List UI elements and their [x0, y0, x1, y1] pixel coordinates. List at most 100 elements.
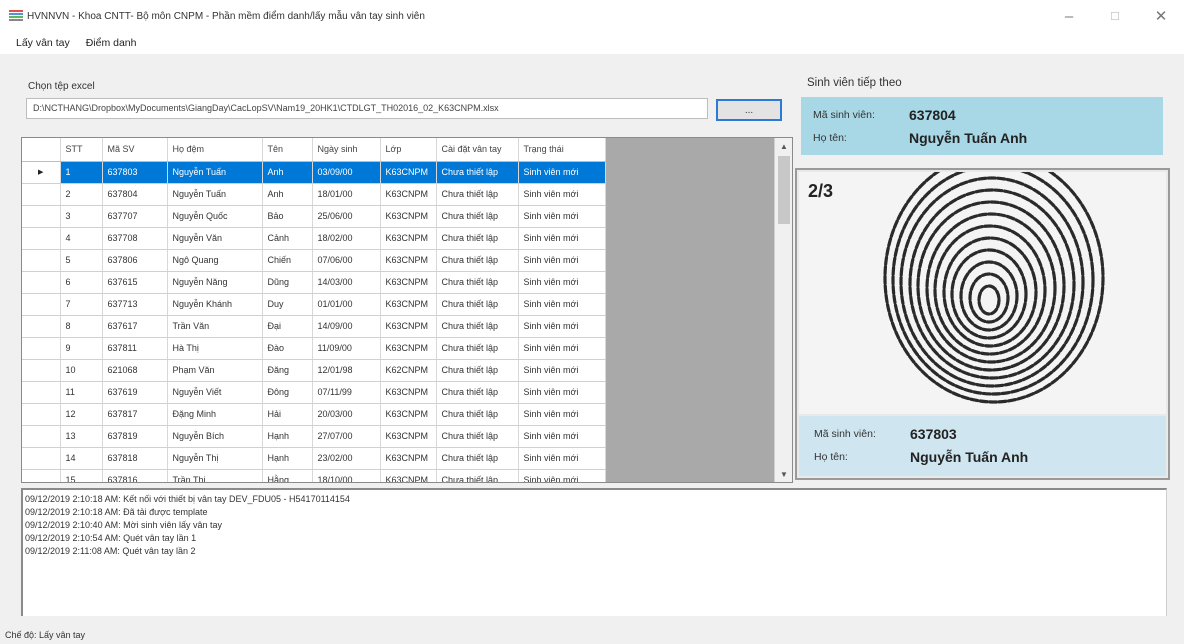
table-row[interactable]: 7 637713 Nguyễn Khánh Duy 01/01/00 K63CNPM Chư… — [22, 293, 606, 316]
column-header-ten[interactable]: Tên — [262, 138, 313, 162]
table-cell[interactable]: Nguyễn Năng — [167, 271, 263, 294]
table-cell[interactable]: 12/01/98 — [312, 359, 381, 382]
table-cell[interactable]: K63CNPM — [380, 293, 437, 316]
table-cell[interactable]: Sinh viên mới — [518, 293, 606, 316]
table-cell[interactable]: 6 — [60, 271, 103, 294]
table-cell[interactable]: Đặng Minh — [167, 403, 263, 426]
table-cell[interactable]: 637617 — [102, 315, 168, 338]
row-header[interactable] — [22, 403, 61, 426]
minimize-button[interactable]: – — [1046, 0, 1092, 32]
table-cell[interactable]: K63CNPM — [380, 403, 437, 426]
table-cell[interactable]: K63CNPM — [380, 271, 437, 294]
table-cell[interactable]: 621068 — [102, 359, 168, 382]
table-cell[interactable]: K63CNPM — [380, 447, 437, 470]
table-cell[interactable]: Chưa thiết lập — [436, 469, 519, 482]
table-cell[interactable]: 07/06/00 — [312, 249, 381, 272]
table-cell[interactable]: Sinh viên mới — [518, 183, 606, 206]
table-cell[interactable]: K63CNPM — [380, 161, 437, 184]
table-cell[interactable]: Hải — [262, 403, 313, 426]
table-cell[interactable]: 637818 — [102, 447, 168, 470]
table-cell[interactable]: 637819 — [102, 425, 168, 448]
table-cell[interactable]: Chưa thiết lập — [436, 315, 519, 338]
table-cell[interactable]: Chưa thiết lập — [436, 183, 519, 206]
table-cell[interactable]: Sinh viên mới — [518, 315, 606, 338]
table-row[interactable]: 5 637806 Ngô Quang Chiến 07/06/00 K63CNPM Chưa… — [22, 249, 606, 272]
table-cell[interactable]: Dũng — [262, 271, 313, 294]
table-row[interactable]: 15 637816 Trần Thị Hằng 18/10/00 K63CNPM Chưa … — [22, 469, 606, 482]
table-cell[interactable]: 1 — [60, 161, 103, 184]
row-header[interactable] — [22, 271, 61, 294]
table-cell[interactable]: Ngô Quang — [167, 249, 263, 272]
row-header[interactable] — [22, 183, 61, 206]
table-cell[interactable]: 637707 — [102, 205, 168, 228]
table-cell[interactable]: Sinh viên mới — [518, 161, 606, 184]
column-header-ma-sv[interactable]: Mã SV — [102, 138, 168, 162]
table-cell[interactable]: 9 — [60, 337, 103, 360]
column-header-ho-dem[interactable]: Họ đệm — [167, 138, 263, 162]
table-cell[interactable]: Trần Văn — [167, 315, 263, 338]
table-cell[interactable]: Đăng — [262, 359, 313, 382]
table-cell[interactable]: 637713 — [102, 293, 168, 316]
table-cell[interactable]: Trần Thị — [167, 469, 263, 482]
table-cell[interactable]: 03/09/00 — [312, 161, 381, 184]
table-cell[interactable]: 14 — [60, 447, 103, 470]
table-cell[interactable]: 4 — [60, 227, 103, 250]
table-row[interactable]: 9 637811 Hà Thị Đào 11/09/00 K63CNPM Chưa thiế… — [22, 337, 606, 360]
table-row[interactable]: 2 637804 Nguyễn Tuấn Anh 18/01/00 K63CNPM Chưa… — [22, 183, 606, 206]
table-cell[interactable]: 18/01/00 — [312, 183, 381, 206]
browse-button[interactable]: ... — [716, 99, 782, 121]
column-header-trang-thai[interactable]: Trạng thái — [518, 138, 606, 162]
table-cell[interactable]: K63CNPM — [380, 205, 437, 228]
table-cell[interactable]: Sinh viên mới — [518, 249, 606, 272]
table-cell[interactable]: Chưa thiết lập — [436, 447, 519, 470]
table-cell[interactable]: Sinh viên mới — [518, 403, 606, 426]
scroll-down-icon[interactable]: ▼ — [775, 466, 792, 482]
table-cell[interactable]: 8 — [60, 315, 103, 338]
table-cell[interactable]: Phạm Văn — [167, 359, 263, 382]
table-cell[interactable]: Cảnh — [262, 227, 313, 250]
scroll-up-icon[interactable]: ▲ — [775, 138, 792, 154]
menu-item-lay-van-tay[interactable]: Lấy vân tay — [8, 37, 78, 49]
table-cell[interactable]: 11/09/00 — [312, 337, 381, 360]
row-header[interactable] — [22, 293, 61, 316]
column-header-lop[interactable]: Lớp — [380, 138, 437, 162]
table-cell[interactable]: 01/01/00 — [312, 293, 381, 316]
table-row[interactable]: 13 637819 Nguyễn Bích Hạnh 27/07/00 K63CNPM Ch… — [22, 425, 606, 448]
table-cell[interactable]: Sinh viên mới — [518, 271, 606, 294]
table-cell[interactable]: 13 — [60, 425, 103, 448]
table-cell[interactable]: K63CNPM — [380, 381, 437, 404]
table-cell[interactable]: 18/02/00 — [312, 227, 381, 250]
table-cell[interactable]: Sinh viên mới — [518, 359, 606, 382]
table-cell[interactable]: 11 — [60, 381, 103, 404]
table-cell[interactable]: K63CNPM — [380, 337, 437, 360]
table-cell[interactable]: Sinh viên mới — [518, 337, 606, 360]
table-cell[interactable]: Chưa thiết lập — [436, 381, 519, 404]
table-cell[interactable]: K63CNPM — [380, 249, 437, 272]
table-row[interactable]: 4 637708 Nguyễn Văn Cảnh 18/02/00 K63CNPM Chưa… — [22, 227, 606, 250]
table-cell[interactable]: Sinh viên mới — [518, 447, 606, 470]
table-cell[interactable]: Nguyễn Viết — [167, 381, 263, 404]
table-cell[interactable]: Duy — [262, 293, 313, 316]
table-cell[interactable]: 637803 — [102, 161, 168, 184]
row-selected-icon[interactable]: ▶ — [22, 161, 61, 184]
table-cell[interactable]: K63CNPM — [380, 183, 437, 206]
table-cell[interactable]: Sinh viên mới — [518, 227, 606, 250]
table-cell[interactable]: Chưa thiết lập — [436, 425, 519, 448]
row-header[interactable] — [22, 381, 61, 404]
row-header[interactable] — [22, 469, 61, 482]
table-cell[interactable]: Nguyễn Quốc — [167, 205, 263, 228]
table-cell[interactable]: 637806 — [102, 249, 168, 272]
table-row[interactable]: 6 637615 Nguyễn Năng Dũng 14/03/00 K63CNPM Chư… — [22, 271, 606, 294]
table-cell[interactable]: Hạnh — [262, 425, 313, 448]
table-cell[interactable]: 10 — [60, 359, 103, 382]
column-header-ngay-sinh[interactable]: Ngày sinh — [312, 138, 381, 162]
table-cell[interactable]: Chưa thiết lập — [436, 271, 519, 294]
table-cell[interactable]: Hạnh — [262, 447, 313, 470]
table-cell[interactable]: 20/03/00 — [312, 403, 381, 426]
table-cell[interactable]: Sinh viên mới — [518, 205, 606, 228]
table-cell[interactable]: Chiến — [262, 249, 313, 272]
scroll-thumb[interactable] — [778, 156, 790, 224]
table-cell[interactable]: Sinh viên mới — [518, 469, 606, 482]
table-cell[interactable]: Chưa thiết lập — [436, 205, 519, 228]
menu-item-diem-danh[interactable]: Điểm danh — [78, 37, 145, 49]
